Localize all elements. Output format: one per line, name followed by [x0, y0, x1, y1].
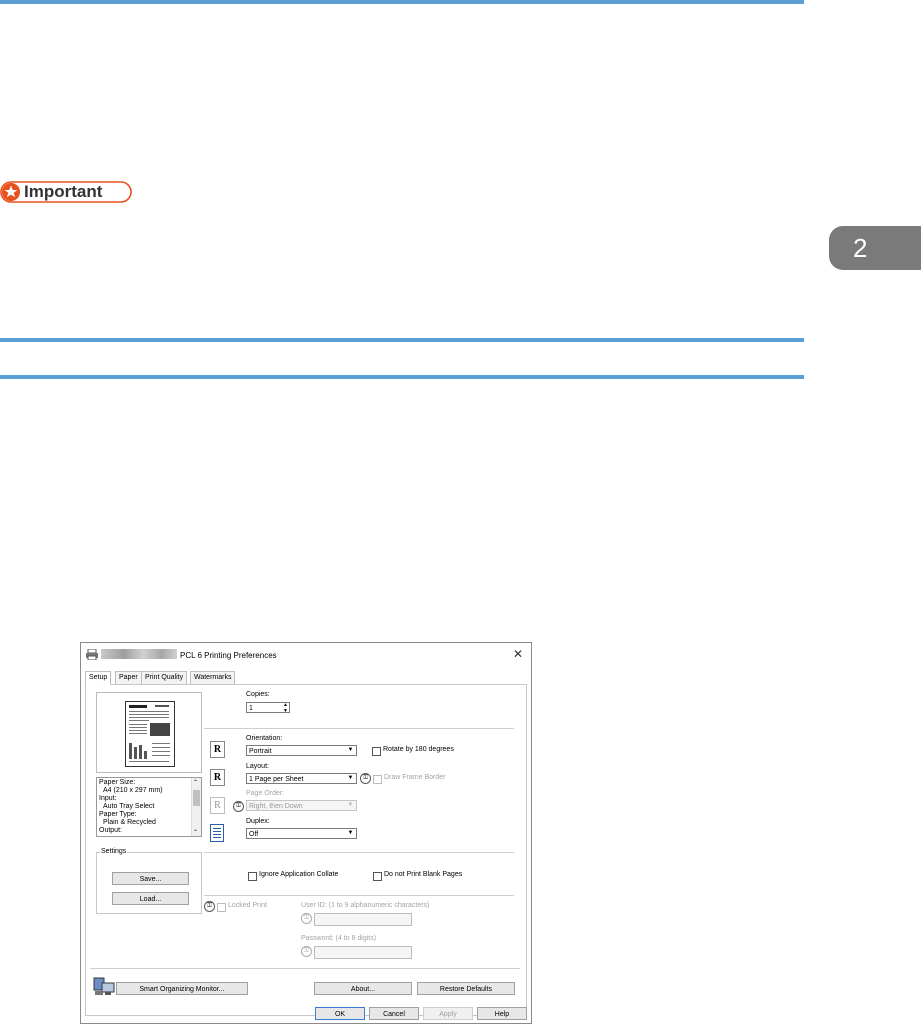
scroll-up-icon[interactable]: ⌃: [193, 779, 198, 786]
divider: [204, 895, 514, 896]
user-id-label: User ID: (1 to 9 alphanumeric characters…: [301, 902, 430, 909]
key-icon: ⚿: [301, 913, 312, 924]
summary-item: A4 (210 x 297 mm): [103, 787, 163, 794]
settings-group-label: Settings: [100, 848, 128, 855]
summary-item: Paper Size:: [99, 779, 136, 786]
summary-item: Output:: [99, 827, 122, 834]
close-icon[interactable]: ✕: [513, 647, 523, 661]
summary-scrollbar[interactable]: ⌃ ⌄: [191, 778, 201, 836]
blank-pages-checkbox[interactable]: [373, 872, 382, 881]
scroll-thumb[interactable]: [193, 790, 200, 806]
chevron-down-icon[interactable]: ▼: [346, 746, 355, 755]
smart-monitor-icon: [93, 977, 115, 995]
important-badge: Important: [0, 180, 132, 204]
copies-spinner[interactable]: 1 ▲ ▼: [246, 702, 290, 714]
section-rule-upper: [0, 338, 804, 342]
layout-value: 1 Page per Sheet: [249, 776, 304, 783]
ignore-collate-label: Ignore Application Collate: [259, 871, 339, 878]
settings-summary-list[interactable]: Paper Size: A4 (210 x 297 mm) Input: Aut…: [96, 777, 202, 837]
orientation-preview-icon: R: [210, 741, 225, 758]
setup-panel: Paper Size: A4 (210 x 297 mm) Input: Aut…: [85, 684, 527, 1016]
key-icon: ⚿: [360, 773, 371, 784]
redacted-printer-name: [101, 649, 177, 659]
duplex-value: Off: [249, 831, 259, 838]
chapter-number: 2: [853, 233, 868, 263]
rotate-label: Rotate by 180 degrees: [383, 746, 454, 753]
copies-value: 1: [249, 705, 253, 712]
printer-icon: [86, 649, 98, 660]
summary-item: Plain & Recycled: [103, 819, 156, 826]
dialog-title: PCL 6 Printing Preferences: [180, 651, 277, 660]
password-field[interactable]: [314, 946, 412, 959]
summary-item: Input:: [99, 795, 117, 802]
page-order-value: Right, then Down: [249, 803, 303, 810]
scroll-down-icon[interactable]: ⌄: [193, 826, 198, 833]
page-order-preview-icon: R: [210, 797, 225, 814]
printing-preferences-dialog: PCL 6 Printing Preferences ✕ Setup Paper…: [80, 642, 532, 1024]
orientation-label: Orientation:: [246, 735, 283, 742]
key-icon: ⚿: [301, 946, 312, 957]
chapter-tab: 2: [829, 226, 921, 270]
divider: [90, 968, 520, 969]
cancel-button[interactable]: Cancel: [369, 1007, 419, 1020]
layout-label: Layout:: [246, 763, 269, 770]
tab-paper[interactable]: Paper: [115, 671, 142, 684]
tab-print-quality[interactable]: Print Quality: [141, 671, 188, 684]
ignore-collate-checkbox[interactable]: [248, 872, 257, 881]
duplex-preview-icon: [210, 824, 224, 842]
top-rule: [0, 0, 804, 4]
tab-setup[interactable]: Setup: [85, 671, 112, 685]
draw-frame-label: Draw Frame Border: [384, 774, 446, 781]
spin-arrows-icon[interactable]: ▲ ▼: [283, 702, 288, 714]
important-label: Important: [24, 182, 103, 201]
restore-defaults-button[interactable]: Restore Defaults: [417, 982, 515, 995]
page-order-label: Page Order:: [246, 790, 285, 797]
draw-frame-checkbox[interactable]: [373, 775, 382, 784]
user-id-field[interactable]: [314, 913, 412, 926]
page-order-select[interactable]: Right, then Down ▼: [246, 800, 357, 811]
divider: [204, 852, 514, 853]
save-button[interactable]: Save...: [112, 872, 189, 885]
section-rule-lower: [0, 375, 804, 379]
chevron-down-icon[interactable]: ▼: [346, 829, 355, 838]
document-preview-icon: [125, 701, 175, 767]
load-button[interactable]: Load...: [112, 892, 189, 905]
about-button[interactable]: About...: [314, 982, 412, 995]
key-icon: ⚿: [233, 801, 244, 812]
orientation-select[interactable]: Portrait ▼: [246, 745, 357, 756]
divider: [204, 728, 514, 729]
locked-print-label: Locked Print: [228, 902, 267, 909]
ok-button[interactable]: OK: [315, 1007, 365, 1020]
locked-print-checkbox[interactable]: [217, 903, 226, 912]
layout-preview-icon: R: [210, 769, 225, 786]
tab-watermarks[interactable]: Watermarks: [190, 671, 236, 684]
duplex-label: Duplex:: [246, 818, 270, 825]
orientation-value: Portrait: [249, 748, 272, 755]
summary-item: Auto Tray Select: [103, 803, 155, 810]
smart-organizing-monitor-button[interactable]: Smart Organizing Monitor...: [116, 982, 248, 995]
password-label: Password: (4 to 8 digits): [301, 935, 377, 942]
summary-item: Paper Type:: [99, 811, 137, 818]
help-button[interactable]: Help: [477, 1007, 527, 1020]
title-bar: PCL 6 Printing Preferences ✕: [81, 643, 531, 667]
page-preview: [96, 692, 202, 773]
chevron-down-icon[interactable]: ▼: [346, 801, 355, 810]
layout-select[interactable]: 1 Page per Sheet ▼: [246, 773, 357, 784]
blank-pages-label: Do not Print Blank Pages: [384, 871, 463, 878]
duplex-select[interactable]: Off ▼: [246, 828, 357, 839]
settings-group: Settings Save... Load...: [96, 848, 202, 914]
rotate-checkbox[interactable]: [372, 747, 381, 756]
chevron-down-icon[interactable]: ▼: [346, 774, 355, 783]
key-icon: ⚿: [204, 901, 215, 912]
copies-label: Copies:: [246, 691, 270, 698]
apply-button[interactable]: Apply: [423, 1007, 473, 1020]
